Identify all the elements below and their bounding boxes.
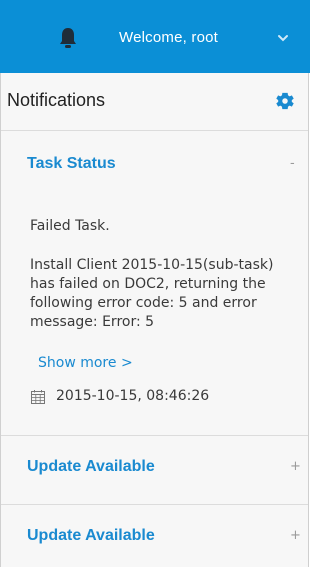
notification-item-update-available: Update Available + bbox=[1, 436, 308, 504]
user-menu-label[interactable]: Welcome, root bbox=[119, 29, 218, 46]
notification-title[interactable]: Update Available bbox=[27, 527, 155, 545]
notifications-panel: Notifications Task Status - Failed Task.… bbox=[1, 73, 308, 567]
expand-toggle[interactable]: + bbox=[290, 459, 301, 474]
task-message: Install Client 2015-10-15(sub-task) has … bbox=[30, 257, 274, 330]
notification-title[interactable]: Task Status bbox=[27, 155, 116, 173]
show-more-link[interactable]: Show more > bbox=[38, 355, 133, 371]
calendar-icon bbox=[31, 390, 45, 404]
bell-icon[interactable] bbox=[58, 27, 78, 49]
notification-item-task-status: Task Status - Failed Task. Install Clien… bbox=[1, 131, 308, 436]
collapse-toggle[interactable]: - bbox=[290, 156, 295, 171]
top-bar: Welcome, root bbox=[0, 0, 310, 73]
notifications-title: Notifications bbox=[7, 90, 106, 110]
expand-toggle[interactable]: + bbox=[290, 528, 301, 543]
task-status-text: Failed Task. bbox=[30, 218, 110, 234]
chevron-down-icon[interactable] bbox=[277, 33, 289, 43]
notifications-header: Notifications bbox=[1, 73, 308, 131]
notification-timestamp: 2015-10-15, 08:46:26 bbox=[56, 388, 210, 404]
notification-title[interactable]: Update Available bbox=[27, 458, 155, 476]
notification-item-update-available: Update Available + bbox=[1, 505, 308, 567]
gear-icon[interactable] bbox=[274, 90, 296, 112]
